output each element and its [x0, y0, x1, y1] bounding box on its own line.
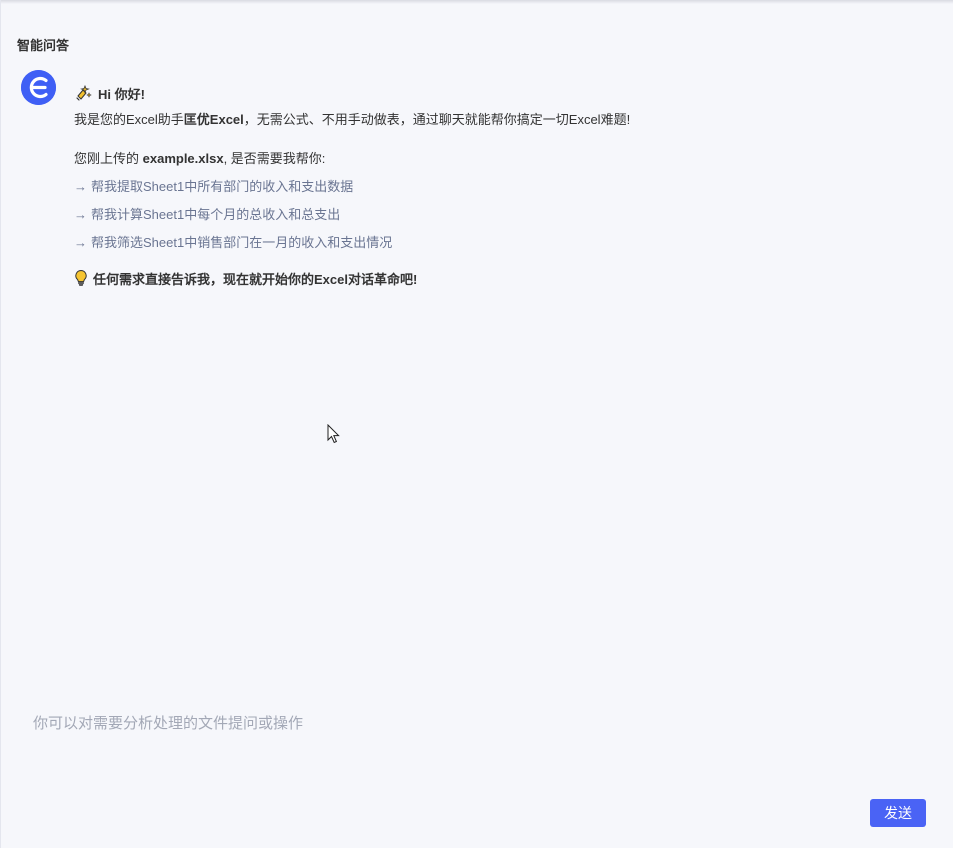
upload-notice: 您刚上传的 example.xlsx, 是否需要我帮你: [74, 150, 894, 168]
upload-suffix: , 是否需要我帮你: [223, 151, 326, 166]
lightbulb-icon [74, 269, 88, 287]
excel-e-logo-icon [21, 70, 56, 105]
arrow-right-icon: → [74, 207, 87, 222]
suggestion-text: 帮我提取Sheet1中所有部门的收入和支出数据 [91, 179, 354, 194]
panel-title: 智能问答 [17, 38, 70, 53]
intro-prefix: 我是您的Excel助手 [74, 112, 184, 127]
top-divider [1, 0, 953, 4]
tip: 任何需求直接告诉我，现在就开始你的Excel对话革命吧! [74, 269, 894, 287]
suggestion-item-1[interactable]: → 帮我提取Sheet1中所有部门的收入和支出数据 [74, 178, 894, 196]
arrow-right-icon: → [74, 235, 87, 250]
intro-suffix: ，无需公式、不用手动做表，通过聊天就能帮你搞定一切Excel难题! [243, 112, 631, 127]
suggestion-text: 帮我筛选Sheet1中销售部门在一月的收入和支出情况 [91, 235, 393, 250]
mouse-pointer-icon [327, 424, 340, 444]
upload-prefix: 您刚上传的 [74, 151, 143, 166]
assistant-message: Hi 你好! 我是您的Excel助手匡优Excel，无需公式、不用手动做表，通过… [74, 84, 894, 287]
assistant-avatar [21, 70, 56, 105]
suggestion-text: 帮我计算Sheet1中每个月的总收入和总支出 [91, 207, 341, 222]
sparkle-hand-icon [74, 84, 92, 102]
intro-text: 我是您的Excel助手匡优Excel，无需公式、不用手动做表，通过聊天就能帮你搞… [74, 111, 894, 129]
chat-panel: 智能问答 Hi 你好! 我是您的Excel助手匡优Excel，无需公式、不用手动… [0, 0, 953, 848]
send-button[interactable]: 发送 [870, 799, 926, 827]
tip-text: 任何需求直接告诉我，现在就开始你的Excel对话革命吧! [93, 271, 418, 287]
uploaded-file-name: example.xlsx [142, 151, 224, 166]
assistant-name: 匡优Excel [183, 112, 244, 127]
question-input[interactable] [33, 712, 913, 772]
greeting-text: Hi 你好! [98, 86, 145, 102]
message-composer: 发送 [21, 700, 931, 840]
suggestion-item-3[interactable]: → 帮我筛选Sheet1中销售部门在一月的收入和支出情况 [74, 234, 894, 252]
greeting: Hi 你好! [74, 84, 894, 102]
arrow-right-icon: → [74, 179, 87, 194]
suggestion-item-2[interactable]: → 帮我计算Sheet1中每个月的总收入和总支出 [74, 206, 894, 224]
